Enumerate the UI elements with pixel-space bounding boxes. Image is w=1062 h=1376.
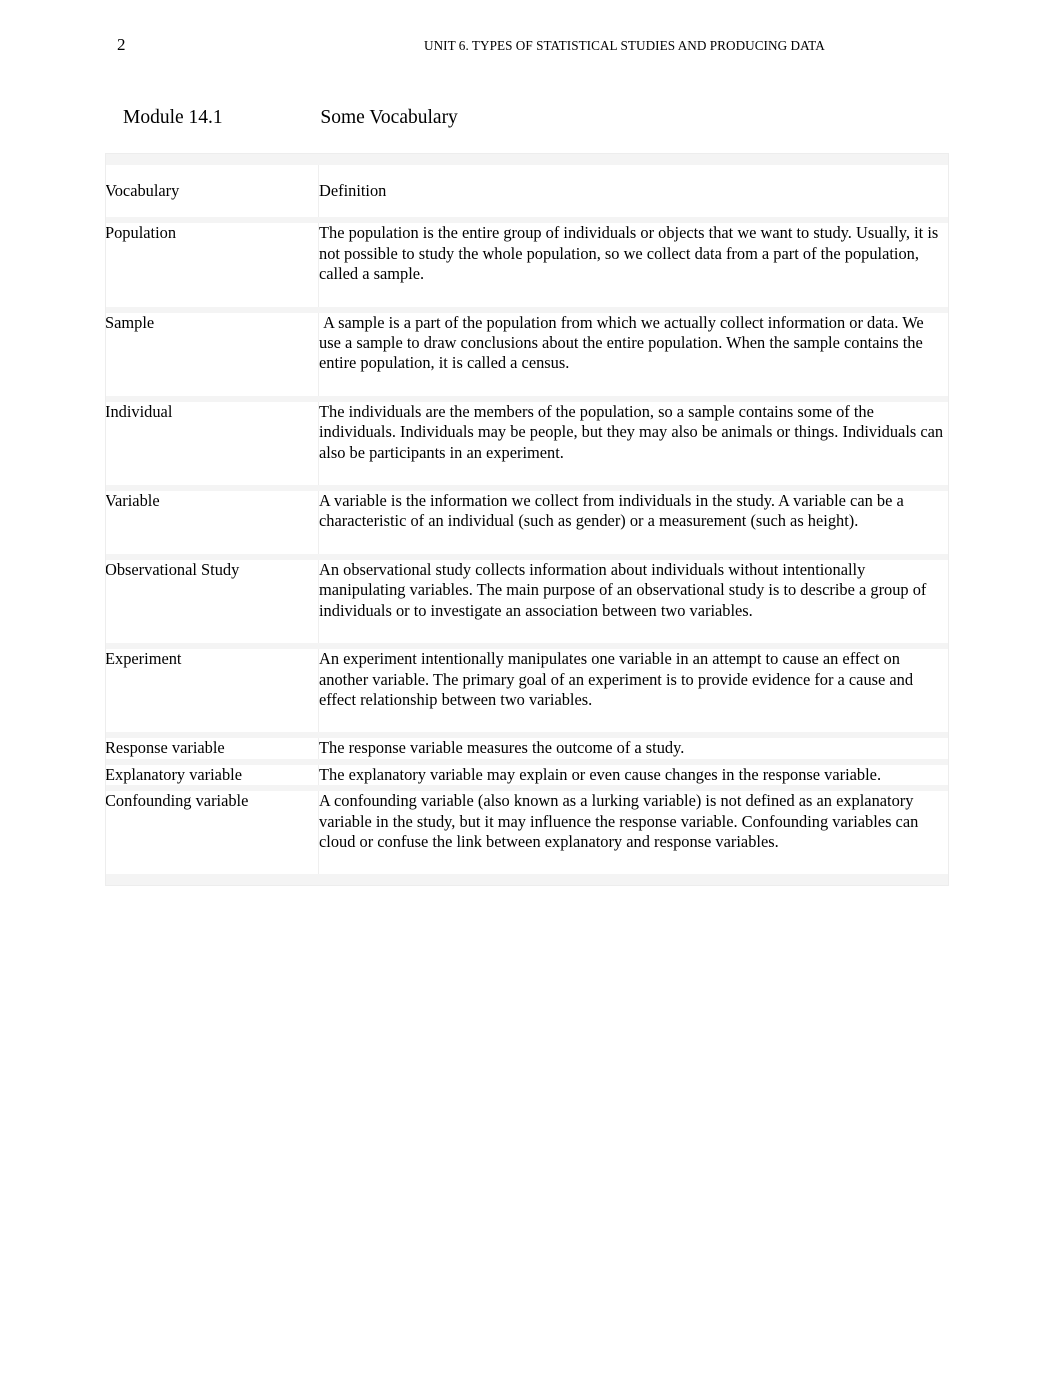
definition-text: The individuals are the members of the p… [319,401,948,462]
table-row: Observational Study An observational stud… [105,559,949,644]
definition-text: The population is the entire group of in… [319,223,943,284]
table-row: Response variable The response variable m… [105,738,949,759]
vocabulary-definition-cell: The explanatory variable may explain or … [318,764,949,786]
running-head-title: UNIT 6. TYPES OF STATISTICAL STUDIES AND… [424,38,825,53]
vocabulary-definition-cell: A sample is a part of the population fro… [318,312,949,396]
document-page: 2 UNIT 6. TYPES OF STATISTICAL STUDIES A… [0,0,1062,1376]
table-row: Variable A variable is the information we… [105,491,949,554]
definition-text: An observational study collects informat… [319,559,931,620]
vocabulary-term-cell: Population [105,223,318,307]
column-header-vocabulary: Vocabulary [105,165,318,218]
table-row: Population The population is the entire g… [105,223,949,307]
column-header-definition: Definition [318,165,949,218]
definition-text: A confounding variable (also known as a … [319,791,923,851]
vocabulary-term-cell: Confounding variable [105,791,318,875]
table-row: Confounding variable A confounding variab… [105,791,949,875]
vocabulary-term-cell: Individual [105,401,318,486]
page-title: Module 14.1 Some Vocabulary [123,104,458,131]
table-row: Individual The individuals are the member… [105,401,949,486]
page-number: 2 [117,35,126,54]
module-title-label: Some Vocabulary [320,107,458,128]
definition-text: A variable is the information we collect… [319,491,908,531]
vocabulary-definition-cell: A variable is the information we collect… [318,491,949,554]
vocabulary-definition-cell: An experiment intentionally manipulates … [318,649,949,733]
vocabulary-term-cell: Observational Study [105,559,318,644]
vocabulary-term-cell: Experiment [105,649,318,733]
vocabulary-definition-cell: The response variable measures the outco… [318,738,949,759]
vocabulary-definition-cell: The population is the entire group of in… [318,223,949,307]
running-head: 2 UNIT 6. TYPES OF STATISTICAL STUDIES A… [0,34,1062,56]
vocabulary-term-cell: Response variable [105,738,318,759]
definition-text: The explanatory variable may explain or … [319,764,882,784]
definition-text: The response variable measures the outco… [319,738,685,758]
vocabulary-definition-cell: An observational study collects informat… [318,559,949,644]
table-row: Explanatory variable The explanatory vari… [105,764,949,786]
table-header-row: Vocabulary Definition [105,165,949,218]
table-row: Sample A sample is a part of the populat… [105,312,949,396]
vocabulary-term-cell: Sample [105,312,318,396]
vocabulary-table: Vocabulary Definition Population The popula… [105,159,949,880]
vocabulary-definition-cell: The individuals are the members of the p… [318,401,949,486]
table-row: Experiment An experiment intentionally ma… [105,649,949,733]
definition-text: Definition [319,181,387,200]
definition-text: An experiment intentionally manipulates … [319,649,918,709]
module-number-label: Module 14.1 [123,107,223,128]
definition-text: A sample is a part of the population fro… [319,312,928,373]
vocabulary-definition-cell: A confounding variable (also known as a … [318,791,949,875]
vocabulary-table-container: Vocabulary Definition Population The popula… [105,153,949,887]
vocabulary-term-cell: Explanatory variable [105,764,318,786]
vocabulary-term-cell: Variable [105,491,318,554]
